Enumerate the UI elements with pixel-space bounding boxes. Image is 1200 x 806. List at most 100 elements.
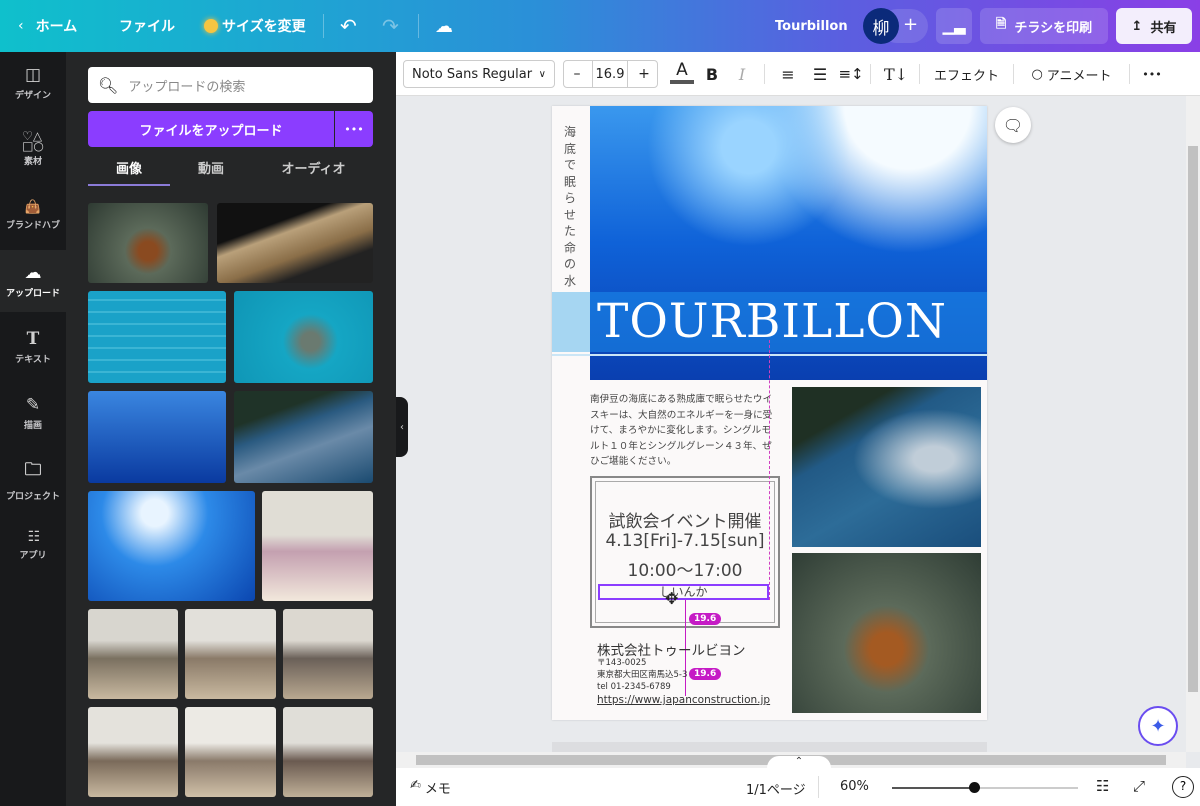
font-size-decrease[interactable]: – — [563, 60, 591, 88]
upload-thumb-classroom-5[interactable] — [185, 707, 276, 797]
help-icon[interactable]: ? — [1172, 776, 1194, 798]
rail-apps[interactable]: ☷ アプリ — [0, 514, 66, 576]
upload-thumb-whisky-bottles[interactable] — [88, 203, 208, 283]
resize-button[interactable]: サイズを変更 — [204, 0, 306, 52]
share-button[interactable]: ↥ 共有 — [1116, 8, 1192, 44]
vertical-tagline[interactable]: 海底で眠らせた命の水 — [564, 124, 580, 289]
flyer-title[interactable]: TOURBILLON — [597, 294, 947, 349]
italic-button[interactable]: I — [730, 60, 754, 88]
align-center-icon[interactable]: ≡ — [776, 60, 800, 88]
tab-videos[interactable]: 動画 — [170, 158, 252, 177]
rail-projects[interactable]: 🗀 プロジェクト — [0, 448, 66, 510]
notes-icon: ✍ — [410, 778, 421, 793]
list-icon[interactable]: ☰ — [808, 60, 832, 88]
crown-icon — [204, 19, 218, 33]
add-collaborator-button[interactable]: + — [903, 14, 918, 35]
upload-thumb-underwater-2[interactable] — [88, 491, 255, 601]
spacing-badge: 19.6 — [689, 613, 722, 625]
apps-icon: ☷ — [27, 529, 40, 545]
zoom-level[interactable]: 60% — [840, 779, 869, 794]
side-rail: ◫ デザイン ♡△ □○ 素材 👜 ブランドハブ ☁ アップロード T テキスト ✎ 描画 🗀… — [0, 52, 66, 806]
upload-thumb-classroom-2[interactable] — [185, 609, 276, 699]
rail-draw[interactable]: ✎ 描画 — [0, 382, 66, 444]
analytics-icon[interactable]: ▁▃ — [936, 8, 972, 44]
rail-text[interactable]: T テキスト — [0, 316, 66, 378]
zip-code: 〒143-0025 — [597, 658, 647, 668]
chevron-down-icon: ∨ — [538, 68, 546, 80]
event-time[interactable]: 10:00〜17:00 — [590, 556, 780, 581]
zoom-slider-thumb[interactable] — [969, 782, 980, 793]
line-spacing-icon[interactable]: ≡↕ — [838, 60, 863, 88]
tab-images[interactable]: 画像 — [88, 158, 170, 177]
print-file-icon: 🗎 — [995, 17, 1007, 32]
cloud-save-icon[interactable]: ☁ — [435, 0, 453, 52]
rail-label: アップロード — [5, 289, 60, 299]
font-family-dropdown[interactable]: Noto Sans Regular ∨ — [403, 60, 555, 88]
upload-more-button[interactable]: ••• — [335, 111, 373, 147]
effects-button[interactable]: エフェクト — [929, 60, 1004, 88]
selected-text-box[interactable]: しいんか — [598, 584, 769, 600]
upload-files-button[interactable]: ファイルをアップロード — [88, 111, 334, 147]
collapse-panel-handle[interactable]: ‹ — [396, 397, 408, 457]
coast-photo[interactable] — [792, 387, 981, 547]
rail-uploads[interactable]: ☁ アップロード — [0, 250, 66, 312]
text-direction-icon[interactable]: T↓ — [883, 60, 909, 88]
zoom-slider[interactable] — [892, 782, 1078, 793]
text-toolbar: Noto Sans Regular ∨ – 16.9 + A B I ≡ ☰ ≡↕… — [396, 52, 1200, 96]
address: 東京都大田区南馬込5-3 — [597, 670, 688, 680]
company-url[interactable]: https://www.japanconstruction.jp — [597, 694, 770, 706]
search-input[interactable]: 🔍︎ アップロードの検索 — [88, 67, 373, 103]
tab-audio[interactable]: オーディオ — [266, 158, 361, 177]
upload-thumb-tourbillon-box[interactable] — [217, 203, 373, 283]
file-menu[interactable]: ファイル — [119, 0, 175, 52]
event-title[interactable]: 試飲会イベント開催 — [590, 507, 780, 532]
search-icon: 🔍︎ — [98, 75, 119, 95]
upload-thumb-underwater[interactable] — [88, 391, 226, 483]
spacing-badge: 19.6 — [689, 668, 722, 680]
elements-icon: ♡△ □○ — [22, 129, 44, 153]
upload-thumb-classroom-4[interactable] — [88, 707, 178, 797]
upload-thumb-seniors-class[interactable] — [262, 491, 373, 601]
animate-button[interactable]: ○ アニメート — [1024, 60, 1119, 88]
flyer-body-text[interactable]: 南伊豆の海底にある熟成庫で眠らせたウイスキーは、大自然のエネルギーを一身に受けて… — [590, 392, 776, 470]
home-button[interactable]: ‹ ホーム — [18, 0, 77, 52]
font-size-increase[interactable]: + — [630, 60, 658, 88]
accent-band — [552, 292, 590, 352]
event-dates[interactable]: 4.13[Fri]-7.15[sun] — [590, 531, 780, 551]
company-address-block[interactable]: 〒143-0025 東京都大田区南馬込5-3 tel 01-2345-6789 — [597, 657, 687, 693]
bold-button[interactable]: B — [700, 60, 724, 88]
document-title[interactable]: Tourbillon — [775, 0, 848, 52]
fullscreen-icon[interactable]: ⤢ — [1133, 777, 1145, 795]
print-flyer-button[interactable]: 🗎 チラシを印刷 — [980, 8, 1108, 44]
upload-thumb-coast[interactable] — [234, 391, 373, 483]
upload-thumb-classroom-1[interactable] — [88, 609, 178, 699]
add-comment-icon[interactable]: 🗨︎ — [995, 107, 1031, 143]
rail-brand-hub[interactable]: 👜 ブランドハブ — [0, 184, 66, 246]
magic-assistant-icon[interactable]: ✦ — [1138, 706, 1178, 746]
share-upload-icon: ↥ — [1131, 18, 1143, 34]
font-name: Noto Sans Regular — [412, 66, 533, 82]
rail-elements[interactable]: ♡△ □○ 素材 — [0, 118, 66, 180]
upload-thumb-sea-top[interactable] — [234, 291, 373, 383]
text-color-icon[interactable]: A — [670, 60, 694, 84]
layout-icon: ◫ — [24, 65, 42, 85]
font-size-input[interactable]: 16.9 — [592, 60, 628, 88]
more-options-button[interactable]: ••• — [1140, 60, 1164, 88]
page-indicator[interactable]: 1/1ページ — [746, 779, 806, 798]
undo-icon[interactable]: ↶ — [340, 0, 357, 52]
grid-view-icon[interactable]: ☷ — [1096, 777, 1109, 795]
whisky-bottles-photo[interactable] — [792, 553, 981, 713]
rail-design[interactable]: ◫ デザイン — [0, 52, 66, 114]
resize-label: サイズを変更 — [222, 19, 306, 35]
upload-thumb-diver-cage[interactable] — [88, 291, 226, 383]
upload-thumb-classroom-6[interactable] — [283, 707, 373, 797]
vertical-scrollbar[interactable] — [1186, 96, 1200, 752]
redo-icon[interactable]: ↷ — [382, 0, 399, 52]
upload-thumb-classroom-3[interactable] — [283, 609, 373, 699]
company-name[interactable]: 株式会社トゥールビヨン — [597, 639, 746, 659]
flyer-page[interactable]: 海底で眠らせた命の水 TOURBILLON 南伊豆の海底にある熟成庫で眠らせたウ… — [552, 106, 987, 720]
notes-button[interactable]: ✍ メモ — [410, 778, 451, 797]
guide-dashed-line — [769, 340, 770, 600]
avatar[interactable]: 柳 — [863, 8, 899, 44]
animate-icon: ○ — [1031, 66, 1043, 82]
